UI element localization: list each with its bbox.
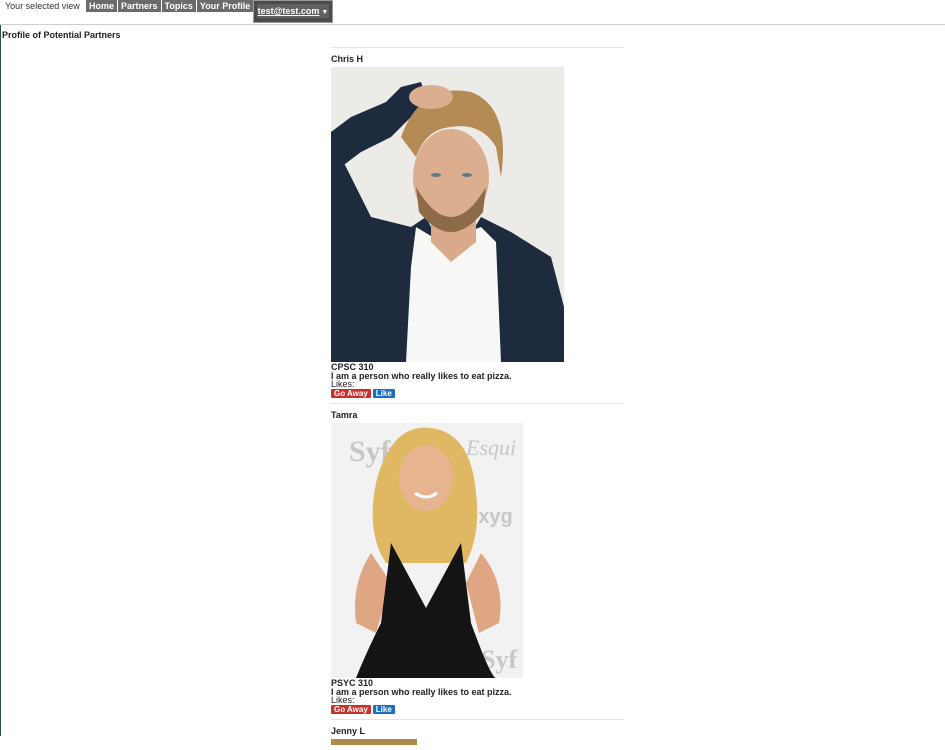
profile-likes-label: Likes: xyxy=(331,380,624,388)
nav-partners[interactable]: Partners xyxy=(118,0,162,12)
profile-likes-label: Likes: xyxy=(331,696,624,704)
nav-your-profile[interactable]: Your Profile xyxy=(197,0,254,12)
partner-list: Chris H CPSC 310 I am a person who reall… xyxy=(331,47,624,750)
like-button[interactable]: Like xyxy=(373,389,395,398)
profile-card: Jenny L xyxy=(331,719,624,750)
page-title: Profile of Potential Partners xyxy=(2,30,121,40)
nav-topics[interactable]: Topics xyxy=(162,0,197,12)
main-nav: Home Partners Topics Your Profile xyxy=(86,0,254,12)
like-button[interactable]: Like xyxy=(373,705,395,714)
go-away-button[interactable]: Go Away xyxy=(331,705,371,714)
selected-view-label: Your selected view xyxy=(5,1,80,11)
nav-home[interactable]: Home xyxy=(86,0,118,12)
page-left-border xyxy=(0,24,1,736)
user-email-link[interactable]: test@test.com xyxy=(258,6,320,16)
go-away-button[interactable]: Go Away xyxy=(331,389,371,398)
profile-bio: I am a person who really likes to eat pi… xyxy=(331,688,624,696)
caret-down-icon: ▼ xyxy=(321,9,328,16)
profile-card: Tamra Syf Esqui oxyg Syf PSYC 310 I am a… xyxy=(331,403,624,719)
profile-photo xyxy=(331,739,417,745)
profile-name: Jenny L xyxy=(331,725,624,737)
profile-photo: Syf Esqui oxyg Syf xyxy=(331,423,523,678)
top-bar: Your selected view Home Partners Topics … xyxy=(0,0,945,25)
profile-card: Chris H CPSC 310 I am a person who reall… xyxy=(331,47,624,403)
svg-text:Esqui: Esqui xyxy=(465,435,516,460)
profile-bio: I am a person who really likes to eat pi… xyxy=(331,372,624,380)
profile-actions: Go Away Like xyxy=(331,705,624,714)
profile-photo xyxy=(331,67,564,362)
profile-name: Tamra xyxy=(331,409,624,421)
user-menu-button[interactable]: test@test.com▼ xyxy=(257,4,329,18)
profile-name: Chris H xyxy=(331,53,624,65)
profile-actions: Go Away Like xyxy=(331,389,624,398)
user-menu: test@test.com▼ xyxy=(253,0,333,23)
